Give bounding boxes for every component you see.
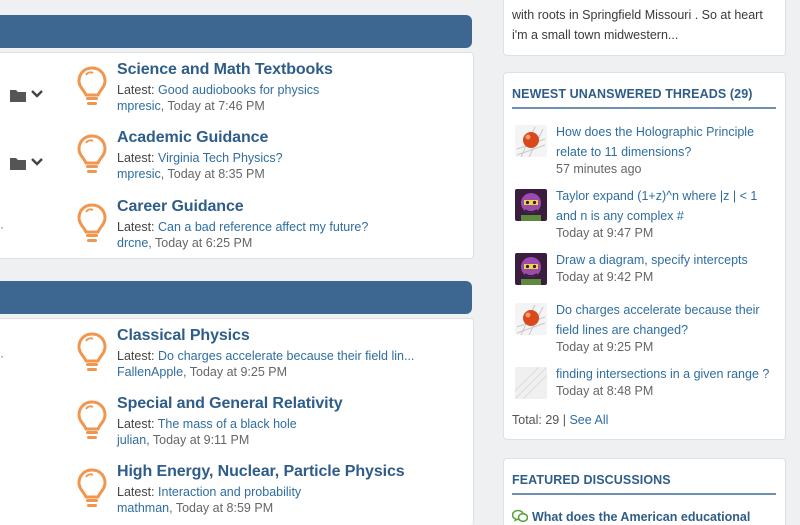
node-meta: drcne, Today at 6:25 PM	[117, 236, 252, 250]
unanswered-heading[interactable]: NEWEST UNANSWERED THREADS (29)	[512, 87, 776, 109]
latest-thread-link[interactable]: Do charges accelerate because their fiel…	[158, 349, 414, 363]
thread-time: Today at 8:48 PM	[556, 384, 654, 398]
latest-thread-link[interactable]: Interaction and probability	[158, 485, 301, 499]
latest-label: Latest:	[117, 151, 155, 165]
folder-icon[interactable]	[10, 87, 46, 103]
orange-ball-avatar[interactable]	[515, 125, 547, 157]
latest-thread-link[interactable]: Can a bad reference affect my future?	[158, 220, 368, 234]
featured-thread[interactable]: What does the American educational	[512, 509, 782, 524]
node-latest: Latest: Can a bad reference affect my fu…	[117, 220, 368, 234]
unanswered-threads-box: NEWEST UNANSWERED THREADS (29) How does …	[503, 72, 786, 440]
node-title[interactable]: Special and General Relativity	[117, 395, 343, 413]
blank-avatar[interactable]	[515, 367, 547, 399]
node-latest: Latest: Do charges accelerate because th…	[117, 349, 414, 363]
stub-text: ·	[0, 220, 4, 234]
latest-time: , Today at 9:25 PM	[183, 365, 288, 379]
node-meta: FallenApple, Today at 9:25 PM	[117, 365, 287, 379]
node-meta: julian, Today at 9:11 PM	[117, 433, 249, 447]
node-list-2: · Classical Physics Latest: Do charges a…	[0, 318, 474, 525]
lightbulb-icon	[77, 468, 107, 507]
node-title[interactable]: Career Guidance	[117, 198, 244, 216]
thread-title[interactable]: Taylor expand (1+z)^n where |z | < 1 and…	[556, 186, 780, 226]
about-text: with roots in Springfield Missouri . So …	[512, 8, 763, 42]
thread-title[interactable]: finding intersections in a given range ?	[556, 364, 780, 384]
latest-user-link[interactable]: mpresic	[117, 167, 161, 181]
latest-time: , Today at 7:46 PM	[160, 99, 265, 113]
thread-time: Today at 9:25 PM	[556, 340, 654, 354]
featured-heading[interactable]: FEATURED DISCUSSIONS	[512, 473, 776, 495]
stub-text: ·	[0, 349, 4, 363]
node-latest: Latest: The mass of a black hole	[117, 417, 297, 431]
lightbulb-icon	[77, 203, 107, 242]
thread-title[interactable]: How does the Holographic Principle relat…	[556, 122, 780, 162]
forum-node[interactable]: · Classical Physics Latest: Do charges a…	[0, 327, 474, 395]
node-title[interactable]: Academic Guidance	[117, 129, 268, 147]
forum-node[interactable]: Special and General Relativity Latest: T…	[0, 395, 474, 463]
latest-user-link[interactable]: FallenApple	[117, 365, 183, 379]
thread-title[interactable]: Do charges accelerate because their fiel…	[556, 300, 780, 340]
latest-thread-link[interactable]: Virginia Tech Physics?	[158, 151, 283, 165]
node-title[interactable]: Science and Math Textbooks	[117, 61, 333, 79]
node-latest: Latest: Good audiobooks for physics	[117, 83, 319, 97]
latest-thread-link[interactable]: Good audiobooks for physics	[158, 83, 319, 97]
thread-time: Today at 9:42 PM	[556, 270, 654, 284]
thread-title[interactable]: Draw a diagram, specify intercepts	[556, 250, 780, 270]
latest-time: , Today at 9:11 PM	[146, 433, 250, 447]
lightbulb-icon	[77, 332, 107, 371]
latest-time: , Today at 6:25 PM	[148, 236, 253, 250]
total-separator: |	[559, 413, 570, 427]
latest-user-link[interactable]: mathman	[117, 501, 169, 515]
latest-label: Latest:	[117, 485, 155, 499]
forum-node[interactable]: High Energy, Nuclear, Particle Physics L…	[0, 463, 474, 525]
node-meta: mpresic, Today at 7:46 PM	[117, 99, 265, 113]
chat-bubbles-icon	[512, 509, 528, 523]
purple-face-avatar[interactable]	[515, 253, 547, 285]
node-title[interactable]: Classical Physics	[117, 327, 250, 345]
lightbulb-icon	[77, 66, 107, 105]
purple-face-avatar[interactable]	[515, 189, 547, 221]
node-meta: mathman, Today at 8:59 PM	[117, 501, 273, 515]
latest-label: Latest:	[117, 220, 155, 234]
about-box: with roots in Springfield Missouri . So …	[503, 0, 786, 56]
node-list-1: Science and Math Textbooks Latest: Good …	[0, 52, 474, 259]
lightbulb-icon	[77, 134, 107, 173]
node-tools[interactable]	[10, 155, 46, 171]
featured-discussions-box: FEATURED DISCUSSIONS What does the Ameri…	[503, 458, 786, 525]
folder-icon[interactable]	[10, 155, 46, 171]
node-latest: Latest: Interaction and probability	[117, 485, 301, 499]
latest-user-link[interactable]: drcne	[117, 236, 148, 250]
node-meta: mpresic, Today at 8:35 PM	[117, 167, 265, 181]
category-header-2[interactable]	[0, 281, 472, 314]
node-tools[interactable]	[10, 87, 46, 103]
total-count: Total: 29	[512, 413, 560, 427]
thread-time: 57 minutes ago	[556, 162, 642, 176]
node-title[interactable]: High Energy, Nuclear, Particle Physics	[117, 463, 405, 481]
forum-node[interactable]: Science and Math Textbooks Latest: Good …	[0, 61, 474, 129]
forum-node[interactable]: Academic Guidance Latest: Virginia Tech …	[0, 129, 474, 197]
thread-time: Today at 9:47 PM	[556, 226, 654, 240]
lightbulb-icon	[77, 400, 107, 439]
latest-label: Latest:	[117, 83, 155, 97]
node-latest: Latest: Virginia Tech Physics?	[117, 151, 283, 165]
latest-thread-link[interactable]: The mass of a black hole	[158, 417, 297, 431]
latest-time: , Today at 8:35 PM	[160, 167, 265, 181]
total-line: Total: 29 | See All	[512, 413, 608, 427]
forum-node[interactable]: · Career Guidance Latest: Can a bad refe…	[0, 198, 474, 266]
latest-user-link[interactable]: mpresic	[117, 99, 161, 113]
latest-label: Latest:	[117, 417, 155, 431]
see-all-link[interactable]: See All	[569, 413, 608, 427]
orange-ball-avatar[interactable]	[515, 303, 547, 335]
category-header-1[interactable]	[0, 15, 472, 48]
latest-label: Latest:	[117, 349, 155, 363]
latest-user-link[interactable]: julian	[117, 433, 146, 447]
featured-thread-title[interactable]: What does the American educational	[532, 510, 750, 524]
latest-time: , Today at 8:59 PM	[169, 501, 274, 515]
